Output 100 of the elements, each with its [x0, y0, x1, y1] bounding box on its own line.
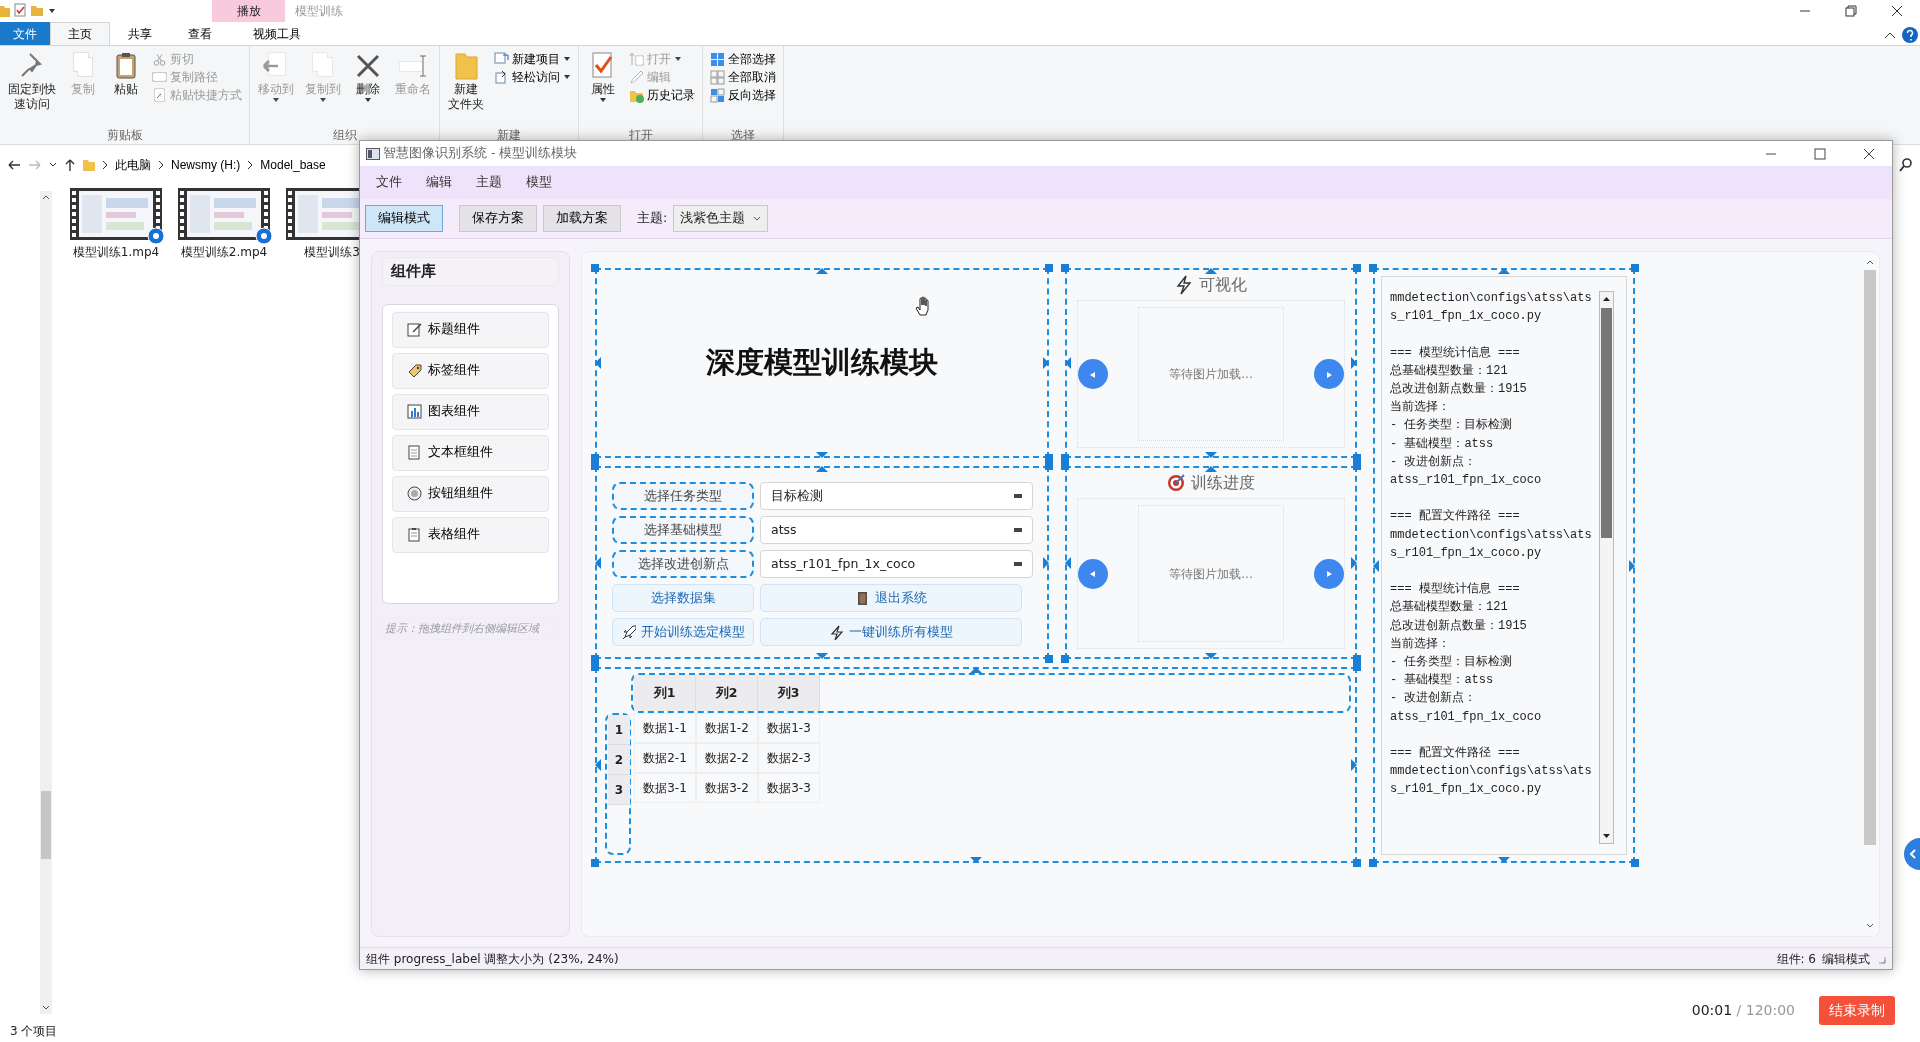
scrollbar-thumb[interactable] — [41, 791, 51, 859]
component-item[interactable]: 标题组件 — [392, 311, 549, 348]
resize-handle[interactable] — [1498, 857, 1510, 863]
table-cell: 数据2-3 — [758, 743, 820, 773]
resize-handle[interactable] — [1631, 859, 1639, 867]
ribbon-tab[interactable]: 主页 — [50, 22, 110, 45]
resize-handle[interactable] — [1629, 559, 1635, 572]
table-cell: 数据1-3 — [758, 713, 820, 743]
resize-handle[interactable] — [970, 667, 982, 673]
caret-icon[interactable] — [599, 97, 607, 103]
breadcrumb-item[interactable]: Model_base — [259, 156, 327, 174]
breadcrumb-item[interactable]: Newsmy (H:) — [170, 156, 242, 174]
component-item[interactable]: 按钮组组件 — [392, 475, 549, 512]
file-tab[interactable]: 文件 — [0, 22, 50, 45]
resize-handle[interactable] — [1351, 759, 1357, 771]
component-item[interactable]: 标签组件 — [392, 352, 549, 389]
collapse-handle[interactable] — [1904, 838, 1920, 870]
ribbon-tab[interactable]: 查看 — [170, 22, 230, 45]
menu-item[interactable]: 文件 — [364, 173, 414, 192]
resize-handle[interactable] — [816, 653, 828, 659]
ribbon-button[interactable]: 删除 — [348, 50, 388, 103]
ribbon-button[interactable]: 固定到快 速访问 — [4, 50, 60, 112]
viewer-title: 训练进度 — [1191, 472, 1255, 494]
previous-button[interactable] — [1078, 359, 1108, 389]
resize-handle[interactable] — [1043, 357, 1049, 369]
resize-handle[interactable] — [970, 857, 982, 863]
file-name[interactable]: 模型训练3 — [304, 243, 360, 261]
previous-button[interactable] — [1078, 558, 1108, 589]
select-button[interactable]: 选择改进创新点 — [612, 550, 754, 578]
ribbon-button[interactable]: 新建项目 — [491, 50, 574, 68]
select-button[interactable]: 选择基础模型 — [612, 516, 754, 544]
menu-item[interactable]: 主题 — [464, 173, 514, 192]
resize-handle[interactable] — [595, 357, 601, 369]
resize-handle[interactable] — [595, 556, 601, 569]
resize-handle[interactable] — [1351, 357, 1357, 369]
resize-handle[interactable] — [591, 264, 599, 272]
checkmark-document-icon[interactable] — [13, 3, 27, 17]
component-item[interactable]: 表格组件 — [392, 516, 549, 553]
resize-handle[interactable] — [1065, 357, 1071, 369]
ribbon-button[interactable]: 历史记录 — [626, 86, 698, 104]
resize-handle[interactable] — [816, 452, 828, 458]
toolbar-button[interactable]: 加载方案 — [543, 205, 621, 232]
scrollbar-thumb[interactable] — [1864, 270, 1876, 845]
action-button[interactable]: 退出系统 — [760, 584, 1022, 612]
action-button[interactable]: 一键训练所有模型 — [760, 618, 1022, 646]
resize-handle[interactable] — [1205, 466, 1217, 472]
resize-handle[interactable] — [1205, 452, 1217, 458]
component-item[interactable]: 图表组件 — [392, 393, 549, 430]
dropdown[interactable]: 目标检测 — [760, 482, 1033, 510]
ribbon-tab[interactable]: 视频工具 — [240, 22, 313, 45]
caret-icon[interactable] — [563, 56, 571, 62]
dropdown[interactable]: atss — [760, 516, 1033, 544]
row-header: 1 — [608, 715, 630, 745]
resize-handle[interactable] — [1065, 556, 1071, 569]
resize-handle[interactable] — [816, 268, 828, 274]
note-icon — [407, 322, 422, 337]
ribbon-button[interactable]: 全部选择 — [707, 50, 779, 68]
toolbar-button[interactable]: 编辑模式 — [365, 205, 443, 232]
ribbon-button[interactable]: 轻松访问 — [491, 68, 574, 86]
resize-handle[interactable] — [1631, 264, 1639, 272]
ribbon-button[interactable]: 全部取消 — [707, 68, 779, 86]
help-icon[interactable] — [1900, 25, 1920, 45]
select-button[interactable]: 选择任务类型 — [612, 482, 754, 510]
ribbon-button[interactable]: 新建 文件夹 — [444, 50, 488, 112]
resize-handle[interactable] — [1205, 653, 1217, 659]
context-tab[interactable]: 播放 — [212, 0, 285, 22]
file-name[interactable]: 模型训练2.mp4 — [180, 243, 268, 261]
scissors-icon — [152, 51, 167, 67]
resize-handle[interactable] — [1498, 268, 1510, 274]
log-text: mmdetection\configs\atss\ats s_r101_fpn_1x_coco.py === 模型统计信息 === 总基础模型数量：121 总改进创新点数量：1915 当前选择： - 任务类型：目标检测 - 基础模型：atss - 改进创新点： atss_r101_fpn_1x_coco === 配置文件路径 === mmdetection\configs\atss\ats s_r101_fpn_1x_coco.py === 模型统计信息 === 总基础模型数量：121 总改进创新点数量：1915 当前选择： - 任务类型：目标检测 - 基础模型：atss - 改进创新点： atss_r101_fpn_1x_coco === 配置文件路径 === mmdetection\configs\atss\ats s_r101_fpn_1x_coco.py — [1390, 290, 1592, 799]
menu-item[interactable]: 编辑 — [414, 173, 464, 192]
resize-handle[interactable] — [1373, 559, 1379, 572]
scrollbar[interactable] — [40, 191, 52, 1014]
search-icon[interactable] — [1898, 157, 1914, 173]
scrollbar[interactable] — [1599, 291, 1614, 844]
caret-icon[interactable] — [563, 74, 571, 80]
resize-handle[interactable] — [1043, 556, 1049, 569]
ribbon-tab[interactable]: 共享 — [110, 22, 170, 45]
breadcrumb-item[interactable]: 此电脑 — [114, 156, 152, 174]
component-item[interactable]: 文本框组件 — [392, 434, 549, 471]
resize-handle[interactable] — [591, 859, 599, 867]
resize-handle[interactable] — [1351, 556, 1357, 569]
action-button[interactable]: 选择数据集 — [612, 584, 754, 612]
action-button[interactable]: 开始训练选定模型 — [612, 618, 754, 646]
toolbar-button[interactable]: 保存方案 — [459, 205, 537, 232]
file-name[interactable]: 模型训练1.mp4 — [72, 243, 160, 261]
resize-handle[interactable] — [816, 466, 828, 472]
dropdown[interactable]: atss_r101_fpn_1x_coco — [760, 550, 1033, 578]
ribbon-button[interactable]: 反向选择 — [707, 86, 779, 104]
resize-handle[interactable] — [1205, 268, 1217, 274]
scrollbar-thumb[interactable] — [1601, 308, 1612, 538]
ribbon-button[interactable]: 粘贴 — [106, 50, 146, 97]
resize-handle[interactable] — [595, 759, 601, 771]
up-arrow-icon[interactable] — [63, 157, 77, 173]
next-button[interactable] — [1314, 359, 1344, 389]
next-button[interactable] — [1314, 558, 1344, 589]
theme-dropdown[interactable]: 浅紫色主题 — [673, 205, 769, 232]
menu-item[interactable]: 模型 — [514, 173, 564, 192]
caret-icon[interactable] — [364, 97, 372, 103]
ribbon-button[interactable]: 属性 — [583, 50, 623, 103]
